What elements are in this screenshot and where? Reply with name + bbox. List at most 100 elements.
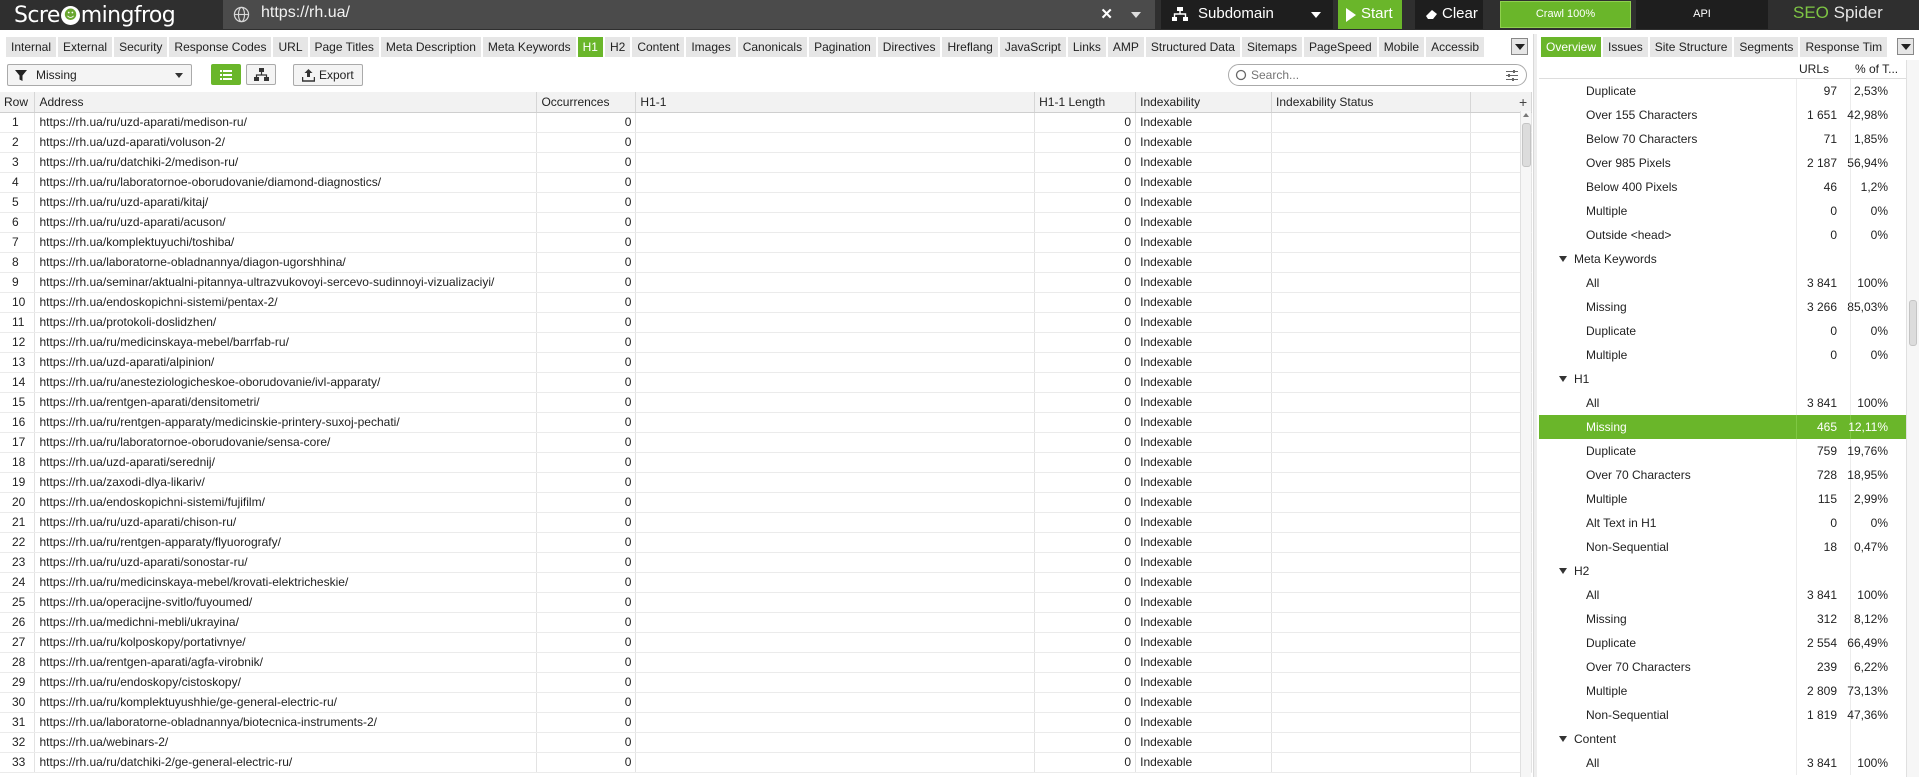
overview-group-h1[interactable]: H1 (1539, 367, 1906, 391)
overview-item-duplicate[interactable]: Duplicate 97 2,53% (1539, 79, 1906, 103)
tab-h1[interactable]: H1 (577, 37, 603, 57)
overview-item-all[interactable]: All 3 841 100% (1539, 271, 1906, 295)
overview-item-multiple[interactable]: Multiple 2 809 73,13% (1539, 679, 1906, 703)
table-row[interactable]: 30 https://rh.ua/ru/komplektuyushhie/ge-g… (0, 692, 1532, 713)
table-row[interactable]: 4 https://rh.ua/ru/laboratornoe-oborudova… (0, 172, 1532, 193)
tab-meta-keywords[interactable]: Meta Keywords (482, 37, 576, 57)
more-right-tabs-dropdown-icon[interactable] (1897, 38, 1914, 55)
table-row[interactable]: 5 https://rh.ua/ru/uzd-aparati/kitaj/0 0 In… (0, 192, 1532, 213)
tab-h2[interactable]: H2 (604, 37, 631, 57)
overview-item-duplicate[interactable]: Duplicate 0 0% (1539, 319, 1906, 343)
tab-canonicals[interactable]: Canonicals (737, 37, 808, 57)
column-header-row[interactable]: Row (0, 92, 36, 113)
tab-url[interactable]: URL (273, 37, 308, 57)
overview-item-all[interactable]: All 3 841 100% (1539, 391, 1906, 415)
overview-group-h2[interactable]: H2 (1539, 559, 1906, 583)
table-row[interactable]: 23 https://rh.ua/ru/uzd-aparati/sonostar-… (0, 552, 1532, 573)
table-row[interactable]: 2 https://rh.ua/uzd-aparati/voluson-2/0 0 I… (0, 132, 1532, 153)
tab-javascript[interactable]: JavaScript (999, 37, 1066, 57)
overview-scrollbar[interactable] (1906, 60, 1919, 777)
collapse-caret-icon[interactable] (1559, 376, 1567, 382)
overview-item-missing[interactable]: Missing 465 12,11% (1539, 415, 1906, 439)
pane-splitter[interactable] (1533, 34, 1537, 777)
tab-response-tim[interactable]: Response Tim (1800, 37, 1888, 57)
table-scrollbar-thumb[interactable] (1522, 123, 1531, 167)
table-row[interactable]: 15 https://rh.ua/rentgen-aparati/densitom… (0, 392, 1532, 413)
tab-images[interactable]: Images (686, 37, 736, 57)
tab-issues[interactable]: Issues (1603, 37, 1648, 57)
table-scrollbar[interactable] (1520, 111, 1531, 777)
tab-site-structure[interactable]: Site Structure (1649, 37, 1733, 57)
table-row[interactable]: 26 https://rh.ua/medichni-mebli/ukrayina/… (0, 612, 1532, 633)
tab-directives[interactable]: Directives (877, 37, 941, 57)
overview-item-duplicate[interactable]: Duplicate 2 554 66,49% (1539, 631, 1906, 655)
export-button[interactable]: Export (293, 64, 363, 86)
tab-pagination[interactable]: Pagination (809, 37, 876, 57)
table-row[interactable]: 6 https://rh.ua/ru/uzd-aparati/acuson/0 0 I… (0, 212, 1532, 233)
table-row[interactable]: 20 https://rh.ua/endoskopichni-sistemi/fu… (0, 492, 1532, 513)
add-column-icon[interactable]: + (1519, 94, 1527, 110)
tab-overview[interactable]: Overview (1541, 37, 1602, 57)
overview-item-multiple[interactable]: Multiple 0 0% (1539, 343, 1906, 367)
overview-item-all[interactable]: All 3 841 100% (1539, 751, 1906, 775)
search-options-icon[interactable] (1506, 70, 1518, 81)
overview-item-over-155-characters[interactable]: Over 155 Characters 1 651 42,98% (1539, 103, 1906, 127)
overview-item-non-sequential[interactable]: Non-Sequential 18 0,47% (1539, 535, 1906, 559)
tab-sitemaps[interactable]: Sitemaps (1241, 37, 1302, 57)
table-row[interactable]: 12 https://rh.ua/ru/medicinskaya-mebel/ba… (0, 332, 1532, 353)
overview-item-all[interactable]: All 3 841 100% (1539, 583, 1906, 607)
tree-view-button[interactable] (246, 64, 276, 85)
tab-amp[interactable]: AMP (1107, 37, 1144, 57)
table-row[interactable]: 18 https://rh.ua/uzd-aparati/serednij/0 0 I… (0, 452, 1532, 473)
table-row[interactable]: 7 https://rh.ua/komplektuyuchi/toshiba/0 0… (0, 232, 1532, 253)
overview-item-over-70-characters[interactable]: Over 70 Characters 728 18,95% (1539, 463, 1906, 487)
filter-select[interactable]: Missing (7, 64, 192, 86)
url-input[interactable]: https://rh.ua/ (261, 4, 350, 22)
tab-links[interactable]: Links (1067, 37, 1106, 57)
overview-item-over-985-pixels[interactable]: Over 985 Pixels 2 187 56,94% (1539, 151, 1906, 175)
overview-scrollbar-thumb[interactable] (1909, 300, 1917, 346)
table-row[interactable]: 10 https://rh.ua/endoskopichni-sistemi/pe… (0, 292, 1532, 313)
column-header-indexability[interactable]: Indexability (1135, 92, 1273, 113)
table-row[interactable]: 17 https://rh.ua/ru/laboratornoe-oborudov… (0, 432, 1532, 453)
table-row[interactable]: 21 https://rh.ua/ru/uzd-aparati/chison-ru… (0, 512, 1532, 533)
table-row[interactable]: 25 https://rh.ua/operacijne-svitlo/fuyoum… (0, 592, 1532, 613)
column-header-h1-1-length[interactable]: H1-1 Length (1034, 92, 1137, 113)
collapse-caret-icon[interactable] (1559, 736, 1567, 742)
clear-button[interactable]: Clear (1415, 0, 1483, 29)
column-header-indexability-status[interactable]: Indexability Status (1271, 92, 1471, 113)
tab-response-codes[interactable]: Response Codes (169, 37, 272, 57)
tab-accessib[interactable]: Accessib (1426, 37, 1485, 57)
table-row[interactable]: 11 https://rh.ua/protokoli-doslidzhen/0 0 I… (0, 312, 1532, 333)
api-button[interactable]: API (1636, 0, 1768, 29)
table-row[interactable]: 13 https://rh.ua/uzd-aparati/alpinion/0 0 I… (0, 352, 1532, 373)
table-row[interactable]: 31 https://rh.ua/laboratorne-obladnannya/… (0, 712, 1532, 733)
overview-group-meta-keywords[interactable]: Meta Keywords (1539, 247, 1906, 271)
table-row[interactable]: 27 https://rh.ua/ru/kolposkopy/portativny… (0, 632, 1532, 653)
crawl-mode-select[interactable]: Subdomain (1161, 0, 1333, 29)
table-row[interactable]: 3 https://rh.ua/ru/datchiki-2/medison-ru/… (0, 152, 1532, 173)
table-row[interactable]: 22 https://rh.ua/ru/rentgen-apparaty/flyu… (0, 532, 1532, 553)
table-row[interactable]: 1 https://rh.ua/ru/uzd-aparati/medison-ru… (0, 112, 1532, 133)
clear-url-icon[interactable]: ✕ (1100, 5, 1113, 23)
more-tabs-dropdown-icon[interactable] (1511, 38, 1528, 55)
table-row[interactable]: 16 https://rh.ua/ru/rentgen-apparaty/medi… (0, 412, 1532, 433)
overview-group-content[interactable]: Content (1539, 727, 1906, 751)
tab-external[interactable]: External (58, 37, 113, 57)
column-header-address[interactable]: Address (34, 92, 538, 113)
overview-item-missing[interactable]: Missing 3 266 85,03% (1539, 295, 1906, 319)
list-view-button[interactable] (211, 64, 241, 85)
scroll-up-icon[interactable] (1523, 113, 1529, 117)
overview-item-duplicate[interactable]: Duplicate 759 19,76% (1539, 439, 1906, 463)
table-row[interactable]: 33 https://rh.ua/ru/datchiki-2/ge-general… (0, 752, 1532, 773)
tab-hreflang[interactable]: Hreflang (942, 37, 998, 57)
overview-item-missing[interactable]: Missing 312 8,12% (1539, 607, 1906, 631)
tab-meta-description[interactable]: Meta Description (380, 37, 481, 57)
table-row[interactable]: 24 https://rh.ua/ru/medicinskaya-mebel/kr… (0, 572, 1532, 593)
table-row[interactable]: 9 https://rh.ua/seminar/aktualni-pitannya… (0, 272, 1532, 293)
start-button[interactable]: Start (1338, 0, 1402, 29)
search-input[interactable] (1251, 67, 1491, 83)
table-row[interactable]: 28 https://rh.ua/rentgen-aparati/agfa-vir… (0, 652, 1532, 673)
tab-segments[interactable]: Segments (1734, 37, 1799, 57)
url-bar[interactable]: https://rh.ua/ ✕ (223, 0, 1155, 29)
